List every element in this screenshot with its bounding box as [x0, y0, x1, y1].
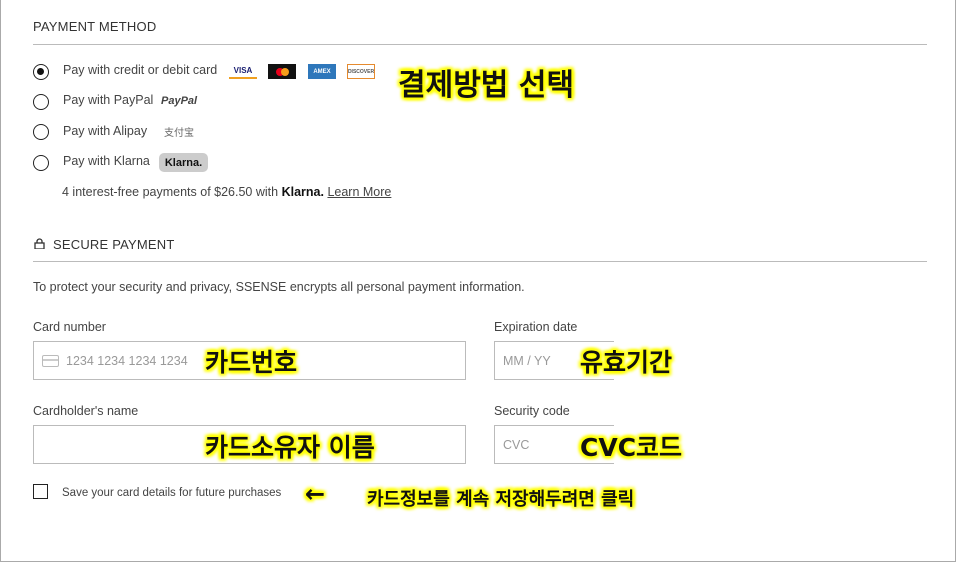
annotation-name: 카드소유자 이름	[205, 433, 375, 462]
discover-icon: DISCOVER	[347, 64, 375, 79]
annotation-expiration: 유효기간	[580, 348, 673, 377]
expiration-label: Expiration date	[494, 320, 578, 334]
card-number-label: Card number	[33, 320, 106, 334]
option-card-label[interactable]: Pay with credit or debit card	[63, 63, 217, 77]
annotation-method: 결제방법 선택	[398, 68, 575, 103]
annotation-save: 카드정보를 계속 저장해두려면 클릭	[367, 489, 635, 510]
radio-card[interactable]	[33, 64, 49, 80]
radio-alipay[interactable]	[33, 124, 49, 140]
security-note: To protect your security and privacy, SS…	[33, 280, 525, 294]
save-card-label[interactable]: Save your card details for future purcha…	[62, 487, 281, 499]
arrow-left-icon: ←	[305, 480, 326, 508]
credit-card-icon	[42, 354, 59, 367]
security-code-placeholder: CVC	[503, 437, 530, 452]
expiration-placeholder: MM / YY	[503, 353, 551, 368]
divider	[33, 44, 927, 45]
paypal-logo: PayPal	[161, 95, 198, 107]
klarna-note-text: 4 interest-free payments of $26.50 with	[62, 185, 279, 199]
amex-icon: AMEX	[308, 64, 336, 79]
learn-more-link[interactable]: Learn More	[327, 185, 391, 199]
visa-icon: VISA	[229, 64, 257, 79]
klarna-badge: Klarna.	[159, 153, 208, 172]
klarna-brand: Klarna.	[281, 185, 324, 199]
secure-payment-heading: SECURE PAYMENT	[53, 237, 175, 252]
option-paypal-label[interactable]: Pay with PayPal	[63, 93, 153, 107]
annotation-cvc: CVC코드	[580, 433, 683, 462]
annotation-card-number: 카드번호	[205, 348, 298, 377]
divider	[33, 261, 927, 262]
cardholder-name-label: Cardholder's name	[33, 404, 139, 418]
option-alipay-label[interactable]: Pay with Alipay	[63, 124, 147, 138]
option-klarna-label[interactable]: Pay with Klarna	[63, 154, 150, 168]
mastercard-icon	[268, 64, 296, 79]
security-code-label: Security code	[494, 404, 570, 418]
radio-klarna[interactable]	[33, 155, 49, 171]
alipay-logo: 支付宝	[164, 128, 194, 139]
card-number-placeholder: 1234 1234 1234 1234	[66, 353, 188, 368]
save-card-checkbox[interactable]	[33, 484, 48, 499]
radio-paypal[interactable]	[33, 94, 49, 110]
lock-icon	[34, 236, 45, 250]
payment-method-heading: PAYMENT METHOD	[33, 19, 157, 34]
klarna-note: 4 interest-free payments of $26.50 with …	[62, 185, 391, 199]
